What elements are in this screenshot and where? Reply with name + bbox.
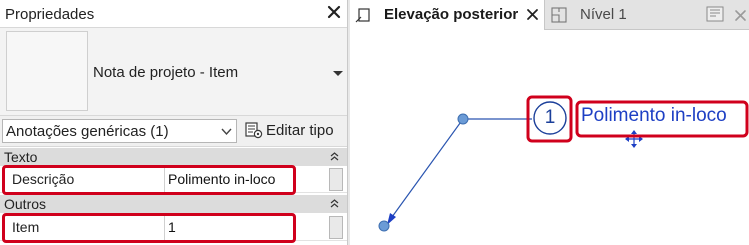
floor-plan-icon (551, 7, 567, 23)
close-tab-icon[interactable] (526, 8, 539, 21)
tab-label: Nível 1 (580, 6, 627, 23)
view-area: Elevação posterior Nível 1 1 Polimento i… (350, 0, 749, 245)
tab-label: Elevação posterior (384, 6, 519, 23)
keynote-number: 1 (544, 107, 556, 128)
leader-end-grip (378, 220, 390, 232)
property-row-item: Item 1 (0, 214, 347, 241)
value-edit-button[interactable] (329, 216, 343, 239)
property-row-descricao: Descrição Polimento in-loco (0, 166, 347, 193)
move-handle-icon (625, 130, 643, 148)
property-value-field[interactable]: 1 (165, 214, 327, 241)
keynote-graphics (378, 95, 749, 232)
filter-row: Anotações genéricas (1) Editar tipo (0, 116, 347, 147)
category-filter-value: Anotações genéricas (1) (6, 123, 169, 140)
properties-panel: Propriedades Nota de projeto - Item Anot… (0, 0, 347, 245)
tab-nivel-1[interactable]: Nível 1 (546, 0, 696, 30)
properties-title: Propriedades (5, 6, 95, 23)
property-value-field[interactable]: Polimento in-loco (165, 166, 327, 193)
keynote-text[interactable]: Polimento in-loco (581, 105, 727, 127)
collapse-chevron-icon[interactable] (330, 152, 339, 161)
dropdown-arrow-icon[interactable] (333, 71, 343, 76)
drawing-canvas[interactable]: 1 Polimento in-loco (350, 31, 749, 245)
close-tab-icon[interactable] (734, 9, 747, 22)
sheet-view-icon[interactable] (706, 6, 726, 24)
edit-type-icon (245, 122, 263, 139)
elevation-view-icon (355, 8, 370, 23)
group-label: Outros (4, 196, 47, 212)
type-preview-thumbnail (6, 31, 88, 111)
tab-elevacao-posterior[interactable]: Elevação posterior (350, 0, 545, 30)
value-edit-button[interactable] (329, 168, 343, 191)
edit-type-label: Editar tipo (266, 122, 334, 139)
leader-line (391, 118, 532, 218)
view-tab-bar: Elevação posterior Nível 1 (350, 0, 749, 30)
properties-header: Propriedades (0, 0, 347, 28)
leader-elbow-grip (457, 113, 469, 125)
group-label: Texto (4, 149, 38, 165)
edit-type-button[interactable]: Editar tipo (243, 119, 345, 143)
category-filter-select[interactable]: Anotações genéricas (1) (2, 119, 237, 143)
property-name: Item (12, 219, 40, 235)
group-header-outros[interactable]: Outros (0, 195, 347, 213)
type-selector[interactable]: Nota de projeto - Item (0, 28, 347, 116)
close-icon[interactable] (327, 5, 341, 19)
collapse-chevron-icon[interactable] (330, 199, 339, 208)
group-header-texto[interactable]: Texto (0, 148, 347, 166)
chevron-down-icon (221, 128, 232, 136)
type-name: Nota de projeto - Item (93, 64, 239, 81)
property-name: Descrição (12, 171, 75, 187)
